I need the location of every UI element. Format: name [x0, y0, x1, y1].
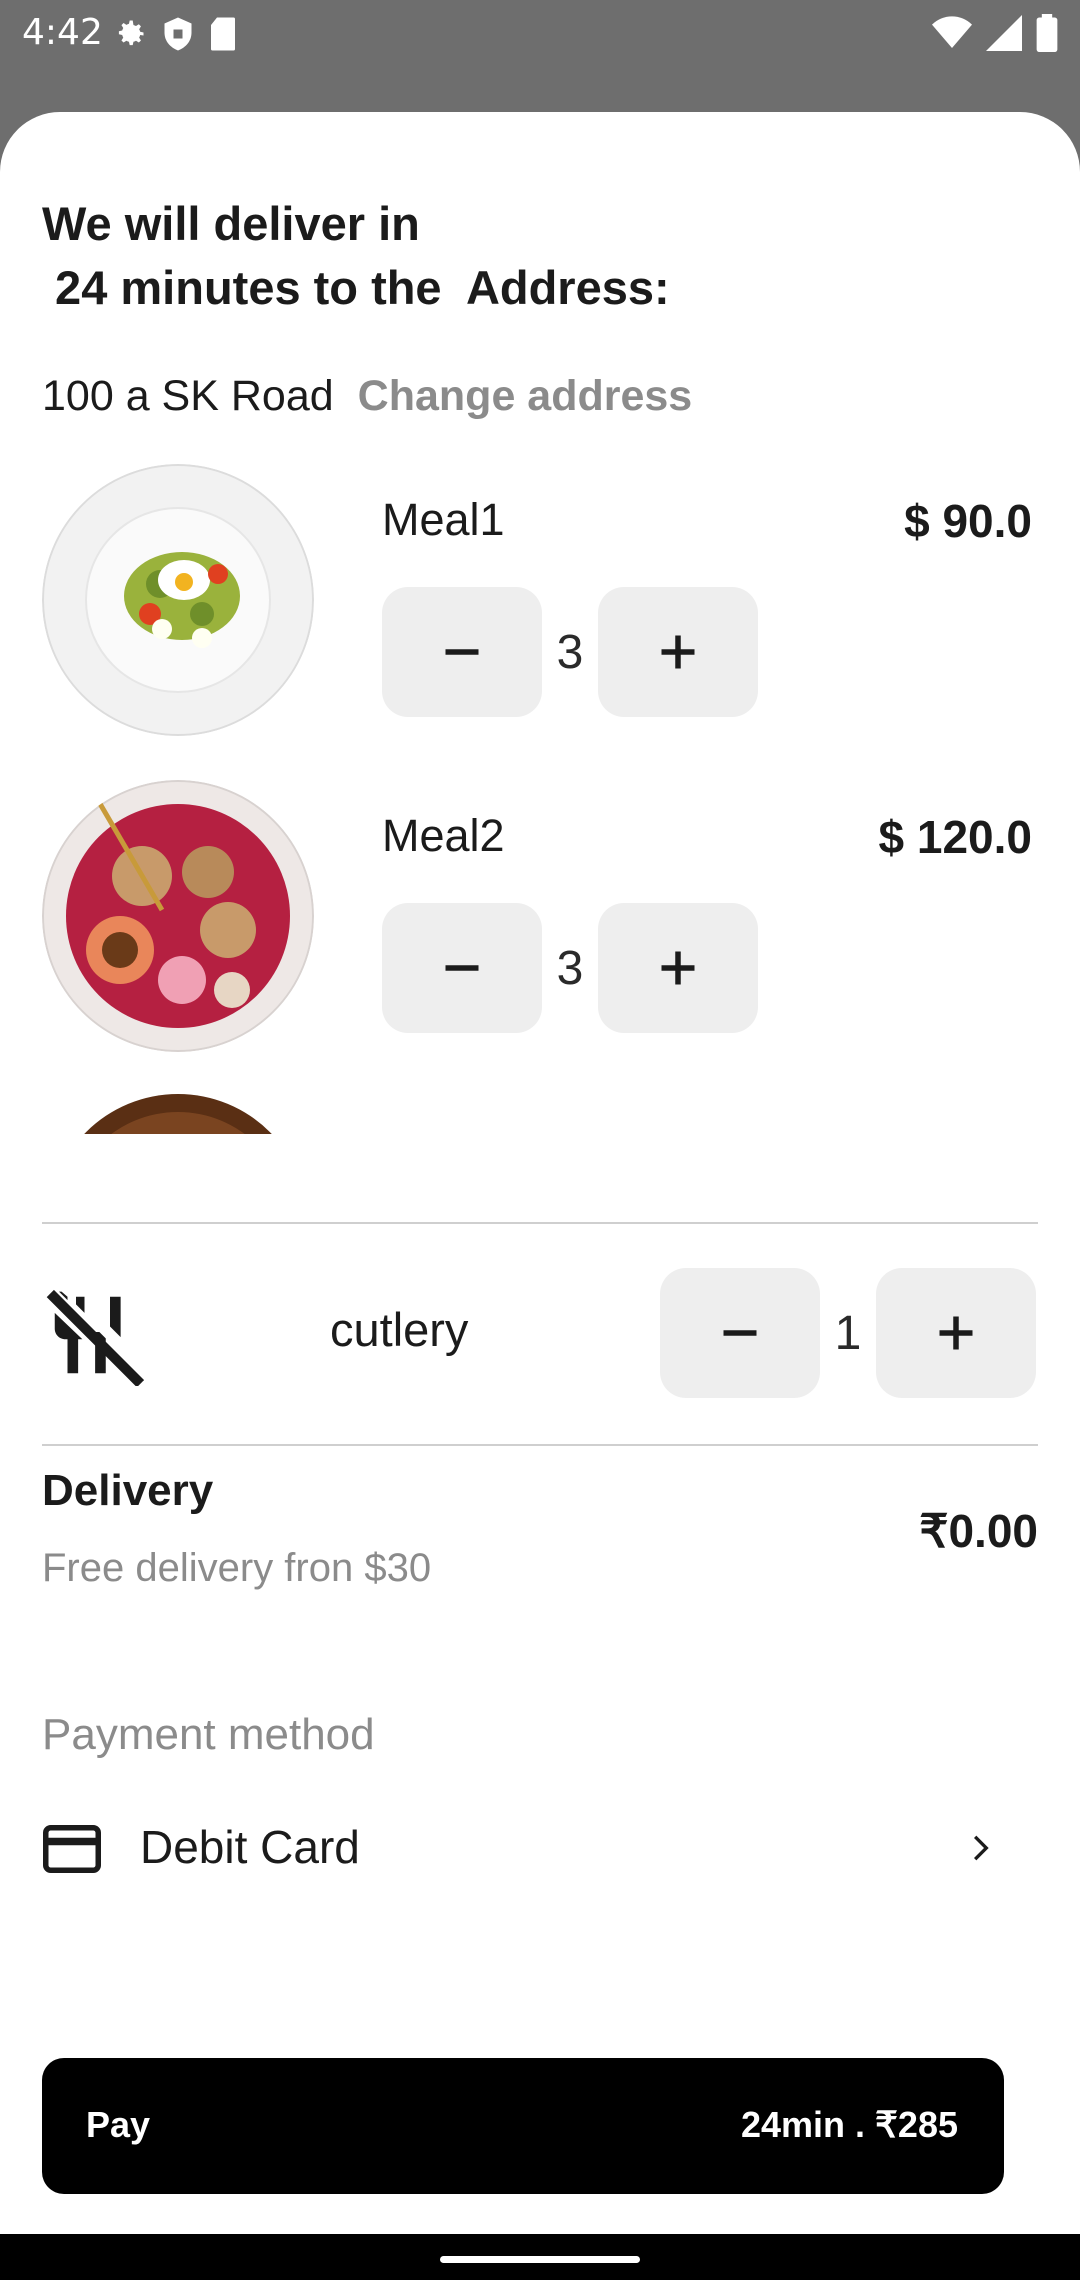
cart-item-meal2: Meal2 $ 120.0 3: [42, 780, 1032, 1060]
address-row: 100 a SK Road Change address: [42, 372, 692, 421]
navigation-bar: [0, 2234, 1080, 2280]
pay-button[interactable]: Pay 24min . ₹285: [42, 2058, 1004, 2194]
gear-icon: [118, 20, 144, 46]
payment-method-value: Debit Card: [140, 1821, 360, 1873]
meal1-price: $ 90.0: [904, 495, 1032, 547]
status-bar: 4:42: [0, 0, 1080, 70]
delivery-subtitle: Free delivery fron $30: [42, 1546, 432, 1590]
status-time: 4:42: [22, 12, 103, 53]
delivery-heading: We will deliver in 24 minutes to the Add…: [42, 197, 670, 314]
status-icons-left: [112, 16, 238, 52]
minus-icon: [445, 649, 479, 655]
meal1-image: [42, 464, 314, 736]
shield-icon: [164, 17, 192, 51]
pay-button-summary: 24min . ₹285: [740, 2104, 958, 2145]
cart-item-meal1: Meal1 $ 90.0 3: [42, 464, 1032, 744]
meal2-price: $ 120.0: [878, 811, 1032, 863]
meal1-quantity-stepper: 3: [382, 587, 758, 717]
status-icons-right: [932, 14, 1058, 52]
delivery-price: ₹0.00: [919, 1505, 1038, 1557]
cart-item-partial: [42, 1088, 314, 1134]
pay-button-label: Pay: [86, 2104, 151, 2145]
meal2-decrease-button[interactable]: [382, 903, 542, 1033]
checkout-sheet: We will deliver in 24 minutes to the Add…: [0, 112, 1080, 2234]
divider: [42, 1222, 1038, 1224]
cutlery-quantity: 1: [834, 1306, 862, 1360]
plus-icon: [939, 1316, 973, 1350]
meal1-increase-button[interactable]: [598, 587, 758, 717]
change-address-link[interactable]: Change address: [358, 372, 693, 421]
meal1-quantity: 3: [556, 625, 584, 679]
meal2-quantity-stepper: 3: [382, 903, 758, 1033]
credit-card-icon: [43, 1825, 101, 1873]
meal2-name: Meal2: [382, 810, 505, 861]
battery-icon: [1036, 14, 1058, 52]
cutlery-label: cutlery: [330, 1303, 469, 1356]
divider: [42, 1444, 1038, 1446]
minus-icon: [723, 1330, 757, 1336]
payment-method-label: Payment method: [42, 1710, 375, 1759]
minus-icon: [445, 965, 479, 971]
sd-card-icon: [211, 17, 235, 51]
wifi-icon: [932, 16, 972, 48]
cutlery-increase-button[interactable]: [876, 1268, 1036, 1398]
meal2-image: [42, 780, 314, 1052]
cutlery-decrease-button[interactable]: [660, 1268, 820, 1398]
delivery-title: Delivery: [42, 1466, 214, 1515]
meal1-name: Meal1: [382, 494, 505, 545]
meal2-quantity: 3: [556, 941, 584, 995]
payment-method-row[interactable]: Debit Card: [42, 1802, 1002, 1892]
address-text: 100 a SK Road: [42, 372, 334, 420]
no-cutlery-icon: [46, 1289, 144, 1386]
chevron-right-icon: [974, 1835, 989, 1861]
plus-icon: [661, 951, 695, 985]
signal-icon: [986, 15, 1022, 51]
meal1-decrease-button[interactable]: [382, 587, 542, 717]
meal2-increase-button[interactable]: [598, 903, 758, 1033]
plus-icon: [661, 635, 695, 669]
home-gesture-handle[interactable]: [440, 2256, 640, 2263]
cutlery-quantity-stepper: 1: [660, 1268, 1036, 1398]
